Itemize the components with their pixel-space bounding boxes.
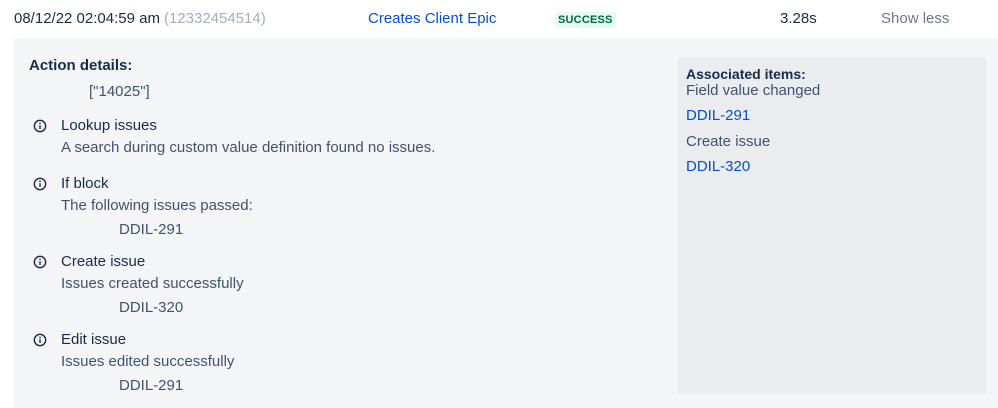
log-timestamp: 08/12/22 02:04:59 am (12332454514) xyxy=(14,10,266,27)
rule-name-link[interactable]: Creates Client Epic xyxy=(368,10,496,27)
action-item-title: Lookup issues xyxy=(61,117,157,134)
show-less-button[interactable]: Show less xyxy=(881,10,949,27)
status-badge: SUCCESS xyxy=(555,12,616,28)
timestamp-text: 08/12/22 02:04:59 am xyxy=(14,10,160,27)
info-circle-icon xyxy=(33,177,47,191)
associated-issue-link[interactable]: DDIL-320 xyxy=(686,158,750,175)
audit-log-row[interactable]: 08/12/22 02:04:59 am (12332454514) Create… xyxy=(0,0,998,38)
action-item-description: Issues edited successfully xyxy=(61,353,235,370)
associated-items-panel: Associated items: Field value changed DD… xyxy=(678,57,986,394)
action-details-panel: Action details: ["14025"] Lookup issues … xyxy=(14,38,998,408)
action-item-title: Create issue xyxy=(61,253,146,270)
action-item-issue-key: DDIL-320 xyxy=(119,299,184,316)
duration: 3.28s xyxy=(780,10,817,27)
associated-items-title: Associated items: xyxy=(686,66,806,82)
action-item-description: The following issues passed: xyxy=(61,197,253,214)
action-item-issue-key: DDIL-291 xyxy=(119,377,184,394)
action-item-description: Issues created successfully xyxy=(61,275,244,292)
action-item-title: Edit issue xyxy=(61,331,127,348)
associated-group-label: Field value changed xyxy=(686,82,821,99)
execution-id: (12332454514) xyxy=(163,10,266,27)
action-item-description: A search during custom value definition … xyxy=(61,139,436,156)
action-details-value: ["14025"] xyxy=(89,83,150,100)
action-item-title: If block xyxy=(61,175,109,192)
action-details-title: Action details: xyxy=(29,57,133,74)
associated-issue-link[interactable]: DDIL-291 xyxy=(686,107,750,124)
info-circle-icon xyxy=(33,333,47,347)
info-circle-icon xyxy=(33,119,47,133)
info-circle-icon xyxy=(33,255,47,269)
associated-group-label: Create issue xyxy=(686,133,771,150)
action-item-issue-key: DDIL-291 xyxy=(119,221,184,238)
